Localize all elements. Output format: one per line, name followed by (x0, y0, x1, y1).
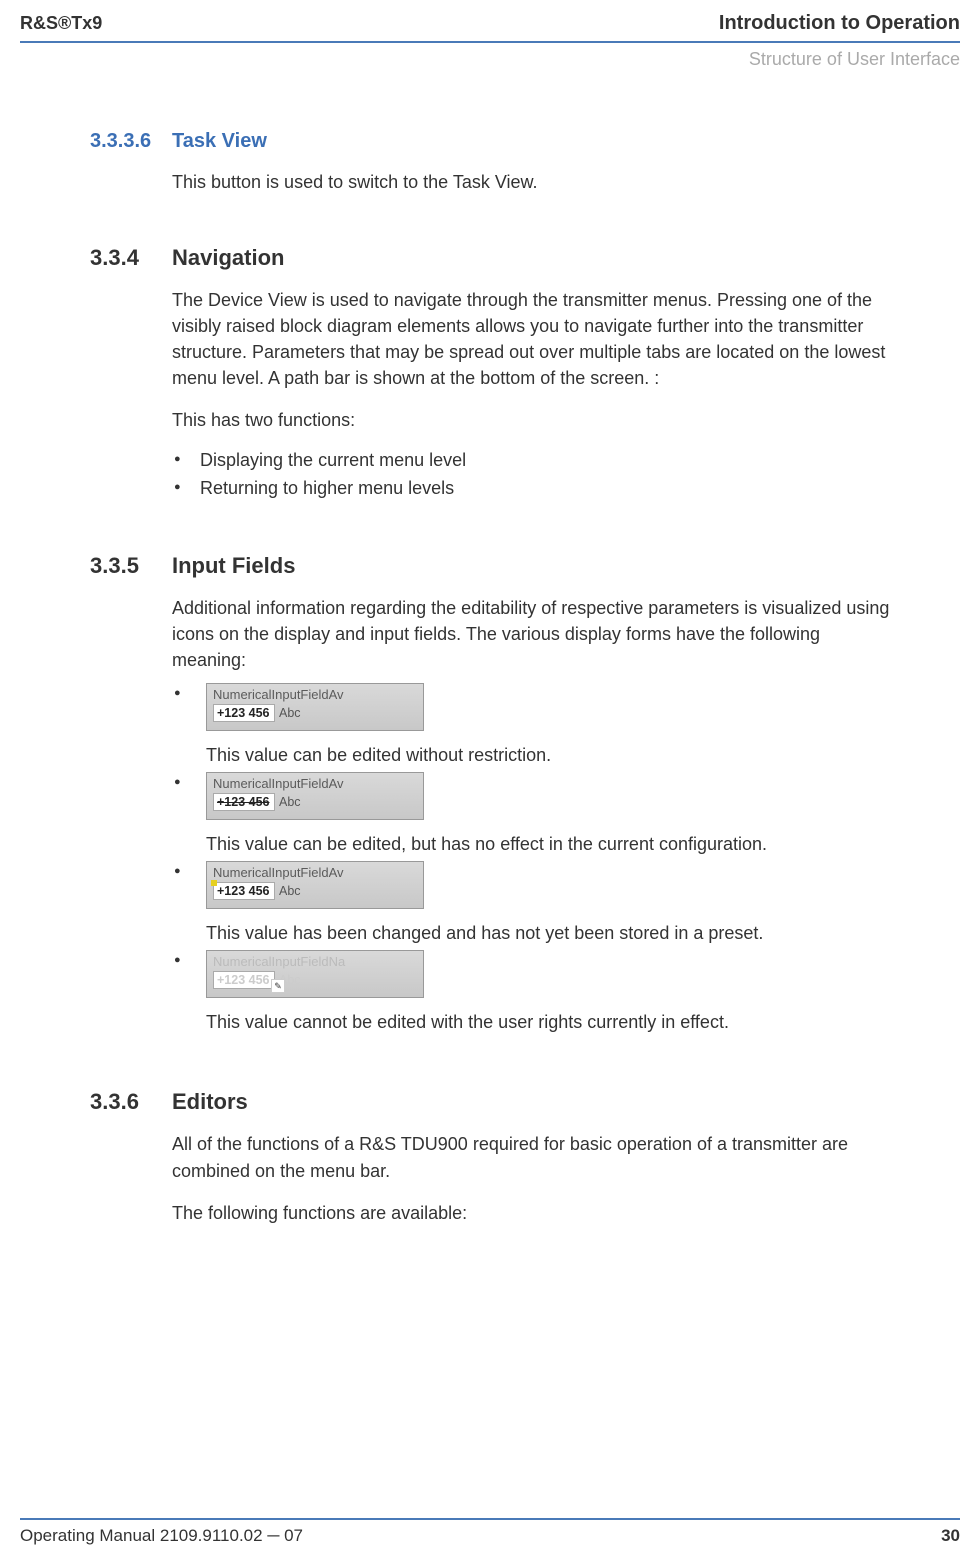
list-item: Displaying the current menu level (172, 446, 890, 475)
field-unit: Abc (279, 795, 301, 809)
field-example: NumericalInputFieldNa +123 456 ✎ Abc Thi… (172, 950, 890, 1033)
section-title-navigation: Navigation (172, 245, 890, 271)
paragraph: All of the functions of a R&S TDU900 req… (172, 1131, 890, 1183)
page-number: 30 (941, 1526, 960, 1546)
numerical-input[interactable]: +123 456 (213, 793, 275, 811)
numerical-input[interactable]: +123 456 (213, 704, 275, 722)
numerical-input[interactable]: +123 456 (213, 882, 275, 900)
section-title-input-fields: Input Fields (172, 553, 890, 579)
footer-manual-id: Operating Manual 2109.9110.02 ─ 07 (20, 1526, 303, 1546)
field-example: NumericalInputFieldAv +123 456 Abc This … (172, 772, 890, 855)
product-name: R&S®Tx9 (20, 13, 102, 34)
paragraph: This has two functions: (172, 407, 890, 433)
numerical-input-widget: NumericalInputFieldAv +123 456 Abc (206, 683, 424, 731)
field-unit: Abc (279, 706, 301, 720)
field-value: +123 456 (217, 884, 269, 898)
input-field-examples: NumericalInputFieldAv +123 456 Abc This … (172, 683, 890, 1033)
field-explanation: This value can be edited without restric… (206, 745, 890, 766)
field-explanation: This value cannot be edited with the use… (206, 1012, 890, 1033)
lock-icon: ✎ (271, 979, 285, 993)
field-label: NumericalInputFieldAv (213, 687, 417, 702)
changed-marker-icon (211, 880, 217, 886)
paragraph: This button is used to switch to the Tas… (172, 169, 890, 195)
paragraph: The following functions are available: (172, 1200, 890, 1226)
header-subtitle: Structure of User Interface (0, 49, 980, 70)
numerical-input: +123 456 (213, 971, 275, 989)
numerical-input-widget-disabled: NumericalInputFieldNa +123 456 ✎ Abc (206, 950, 424, 998)
page-footer: Operating Manual 2109.9110.02 ─ 07 30 (0, 1516, 980, 1558)
numerical-input-widget: NumericalInputFieldAv +123 456 Abc (206, 772, 424, 820)
paragraph: Additional information regarding the edi… (172, 595, 890, 673)
field-example: NumericalInputFieldAv +123 456 Abc This … (172, 683, 890, 766)
list-item: Returning to higher menu levels (172, 474, 890, 503)
field-explanation: This value can be edited, but has no eff… (206, 834, 890, 855)
field-unit: Abc (279, 884, 301, 898)
section-title-editors: Editors (172, 1089, 890, 1115)
field-example: NumericalInputFieldAv +123 456 Abc This … (172, 861, 890, 944)
field-explanation: This value has been changed and has not … (206, 923, 890, 944)
page-header: R&S®Tx9 Introduction to Operation (0, 0, 980, 41)
chapter-title: Introduction to Operation (719, 12, 960, 35)
field-label: NumericalInputFieldAv (213, 776, 417, 791)
page-content: 3.3.3.6 Task View This button is used to… (0, 70, 980, 1226)
field-label: NumericalInputFieldNa (213, 954, 417, 969)
section-title-task-view: Task View (172, 130, 890, 153)
section-number: 3.3.5 (90, 553, 172, 1039)
field-label: NumericalInputFieldAv (213, 865, 417, 880)
section-number: 3.3.4 (90, 245, 172, 503)
section-number: 3.3.6 (90, 1089, 172, 1225)
paragraph: The Device View is used to navigate thro… (172, 287, 890, 391)
bullet-list: Displaying the current menu level Return… (172, 446, 890, 504)
header-rule (20, 41, 960, 43)
numerical-input-widget: NumericalInputFieldAv +123 456 Abc (206, 861, 424, 909)
section-number: 3.3.3.6 (90, 130, 172, 195)
